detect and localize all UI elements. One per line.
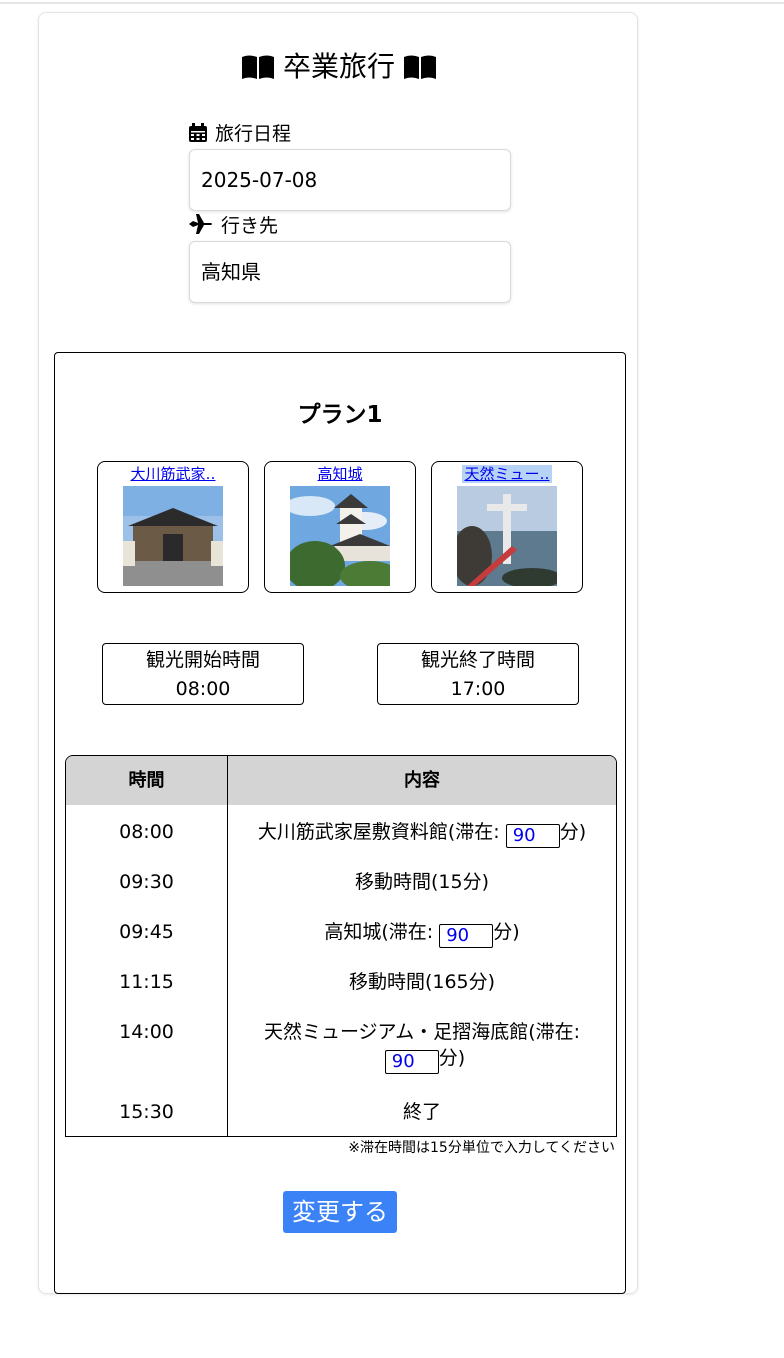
calendar-icon — [189, 123, 207, 142]
spot-card: 天然ミュー‥ — [431, 461, 583, 593]
row-content-text: 高知城(滞在: — [324, 921, 434, 943]
spot-link[interactable]: 高知城 — [265, 465, 415, 483]
row-time: 09:30 — [119, 871, 174, 893]
stay-duration-input[interactable]: 90 — [439, 924, 494, 948]
row-content: 高知城(滞在: 90 分) — [228, 919, 616, 948]
start-time-label: 観光開始時間 — [145, 649, 260, 671]
change-button[interactable]: 変更する — [283, 1191, 397, 1233]
date-label: 旅行日程 — [189, 122, 291, 146]
row-time: 11:15 — [119, 971, 174, 993]
open-book-icon — [404, 55, 436, 79]
date-label-text: 旅行日程 — [215, 123, 292, 145]
row-content: 天然ミュージアム・足摺海底館(滞在: 90 分) — [253, 1019, 591, 1074]
schedule-table: 時間 内容 08:00 大川筋武家屋敷資料館(滞在: 90 分) 09:30 移動時… — [65, 755, 617, 1137]
end-time-value[interactable]: 17:00 — [378, 675, 578, 704]
top-divider — [0, 2, 784, 4]
trip-card: 卒業旅行 旅行日程 2025-07-08 行き先 高知県 プラン1 大川筋武家‥ — [38, 12, 638, 1294]
header-time: 時間 — [128, 770, 165, 791]
row-content: 移動時間(165分) — [348, 971, 496, 993]
row-unit: 分) — [493, 921, 520, 943]
row-unit: 分) — [559, 821, 587, 843]
stay-duration-input[interactable]: 90 — [384, 1050, 439, 1074]
row-content: 移動時間(15分) — [354, 871, 489, 893]
airplane-icon — [189, 214, 212, 234]
start-time-value[interactable]: 08:00 — [103, 675, 303, 704]
header-content: 内容 — [404, 770, 440, 791]
plan-panel: プラン1 大川筋武家‥ 高知城 天然ミュー‥ 観光開始時間 08:00 観光終了… — [54, 352, 626, 1294]
title-text: 卒業旅行 — [282, 50, 395, 83]
end-time-label: 観光終了時間 — [420, 649, 535, 671]
plan-title: プラン1 — [297, 402, 383, 428]
page-title: 卒業旅行 — [39, 49, 639, 85]
spot-card: 高知城 — [264, 461, 416, 593]
row-content-text: 天然ミュージアム・足摺海底館(滞在: — [263, 1021, 581, 1043]
stay-note: ※滞在時間は15分単位で入力してください — [348, 1140, 615, 1156]
destination-label: 行き先 — [189, 214, 278, 238]
spot-card: 大川筋武家‥ — [97, 461, 249, 593]
row-content: 大川筋武家屋敷資料館(滞在: 90 分) — [228, 819, 616, 848]
open-book-icon — [241, 55, 274, 79]
destination-field[interactable]: 高知県 — [189, 241, 511, 303]
row-time: 14:00 — [119, 1021, 174, 1043]
row-time: 08:00 — [119, 821, 174, 843]
spot-link[interactable]: 天然ミュー‥ — [462, 465, 552, 483]
date-field[interactable]: 2025-07-08 — [189, 149, 511, 211]
destination-label-text: 行き先 — [221, 215, 279, 237]
stay-duration-input[interactable]: 90 — [505, 824, 560, 848]
spot-photo[interactable] — [457, 486, 557, 586]
row-unit: 分) — [438, 1047, 466, 1069]
spot-photo[interactable] — [123, 486, 223, 586]
row-content-text: 大川筋武家屋敷資料館(滞在: — [257, 821, 500, 843]
row-content: 終了 — [402, 1101, 441, 1123]
spot-link[interactable]: 大川筋武家‥ — [98, 465, 248, 483]
end-time-box: 観光終了時間 17:00 — [377, 643, 579, 705]
start-time-box: 観光開始時間 08:00 — [102, 643, 304, 705]
row-time: 15:30 — [119, 1101, 174, 1123]
row-time: 09:45 — [119, 921, 174, 943]
spot-photo[interactable] — [290, 486, 390, 586]
